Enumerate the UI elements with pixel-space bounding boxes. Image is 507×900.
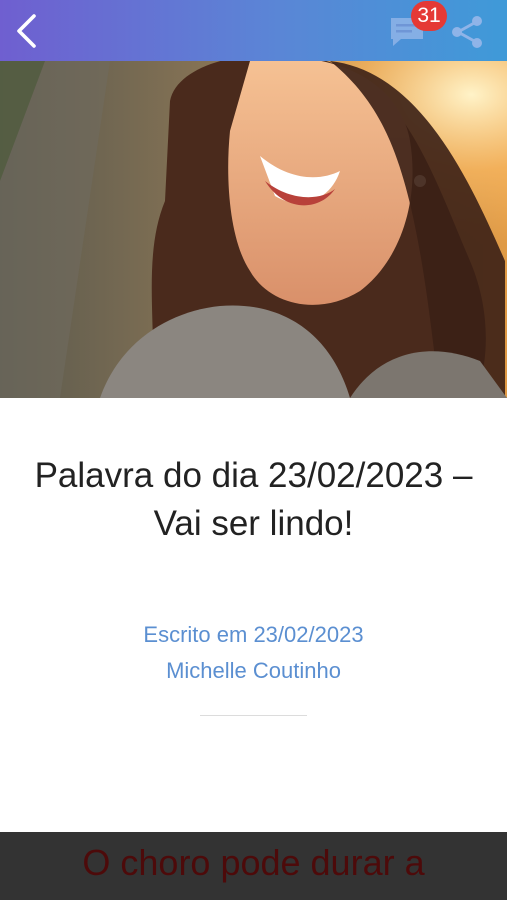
article-author[interactable]: Michelle Coutinho [0,656,507,686]
article-date: Escrito em 23/02/2023 [143,622,364,647]
hero-image [0,61,507,398]
chevron-left-icon [17,14,36,48]
comment-count-badge: 31 [411,1,447,31]
share-button[interactable] [449,14,485,50]
back-button[interactable] [6,10,48,52]
article-title: Palavra do dia 23/02/2023 – Vai ser lind… [34,456,473,543]
divider [200,715,307,716]
app-header: 31 [0,0,507,61]
share-icon [452,16,482,48]
bottom-banner: O choro pode durar a [0,832,507,900]
banner-text: O choro pode durar a [82,842,425,883]
